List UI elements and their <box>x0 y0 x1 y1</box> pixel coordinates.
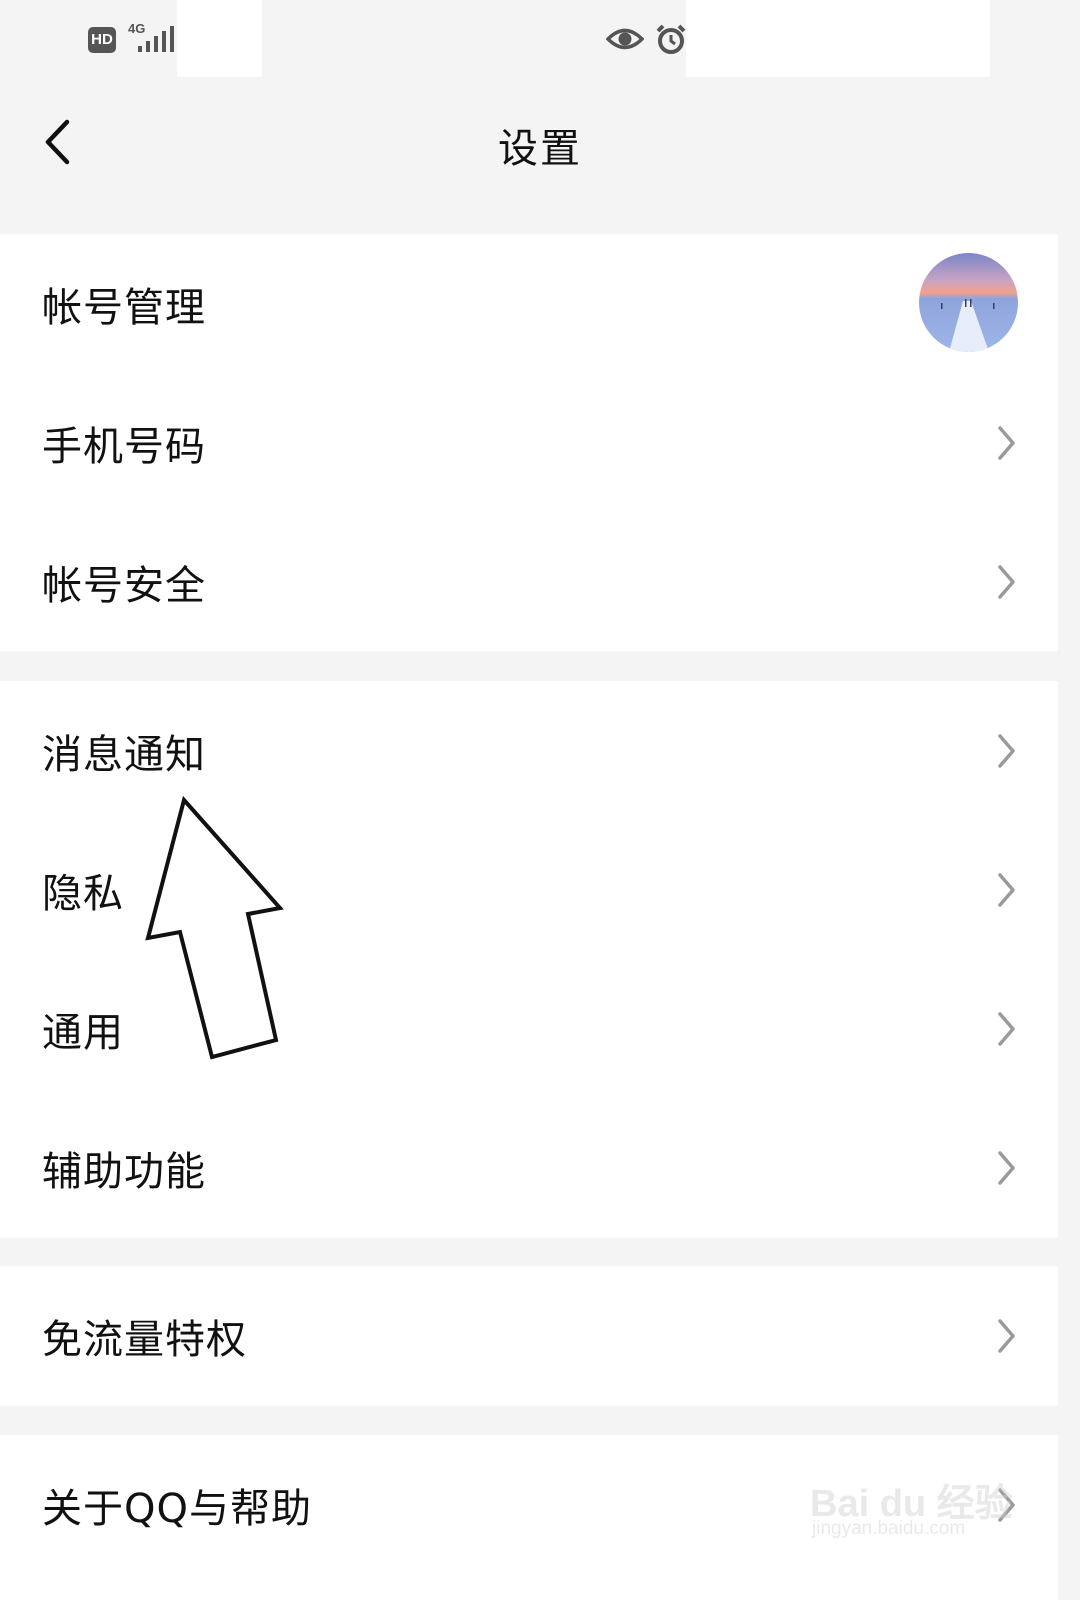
settings-item-label: 消息通知 <box>42 731 206 778</box>
settings-item-phone-number[interactable]: 手机号码 <box>0 373 1058 512</box>
settings-group-account: 帐号管理 手机号码 帐号安全 <box>0 234 1058 651</box>
page-title: 设置 <box>498 126 582 172</box>
settings-item-label: 免流量特权 <box>42 1317 247 1363</box>
chevron-right-icon <box>998 425 1015 460</box>
chevron-right-icon <box>998 733 1015 768</box>
settings-item-label: 帐号安全 <box>42 562 206 609</box>
settings-item-label: 关于QQ与帮助 <box>42 1486 312 1532</box>
avatar-image <box>919 253 1018 352</box>
status-bar: HD 4G <box>0 0 1080 80</box>
redacted-area <box>177 0 262 77</box>
chevron-right-icon <box>998 1488 1015 1522</box>
settings-group-general: 消息通知 隐私 通用 辅助功能 <box>0 681 1058 1238</box>
top-nav-bar: 设置 <box>0 80 1080 234</box>
settings-item-about-and-help[interactable]: 关于QQ与帮助 <box>0 1435 1058 1575</box>
settings-item-label: 手机号码 <box>42 423 206 470</box>
chevron-right-icon <box>998 872 1015 907</box>
avatar[interactable] <box>919 253 1018 352</box>
redacted-area <box>686 0 990 77</box>
chevron-right-icon <box>998 1151 1015 1185</box>
chevron-right-icon <box>998 564 1015 599</box>
settings-item-label: 帐号管理 <box>42 284 206 331</box>
chevron-right-icon <box>998 1319 1015 1353</box>
settings-item-data-free-privilege[interactable]: 免流量特权 <box>0 1266 1058 1406</box>
settings-item-privacy[interactable]: 隐私 <box>0 820 1058 959</box>
settings-item-label: 辅助功能 <box>42 1149 206 1195</box>
settings-item-accessibility[interactable]: 辅助功能 <box>0 1098 1058 1238</box>
settings-item-label: 通用 <box>42 1009 124 1056</box>
settings-item-account-management[interactable]: 帐号管理 <box>0 234 1058 373</box>
settings-item-notifications[interactable]: 消息通知 <box>0 681 1058 820</box>
signal-strength-icon <box>138 26 174 52</box>
settings-item-general[interactable]: 通用 <box>0 959 1058 1098</box>
eye-comfort-icon <box>606 28 644 50</box>
settings-item-label: 隐私 <box>42 870 124 917</box>
settings-group-about: 关于QQ与帮助 <box>0 1435 1058 1600</box>
hd-voice-icon: HD <box>88 27 116 53</box>
chevron-right-icon <box>998 1011 1015 1046</box>
settings-item-account-security[interactable]: 帐号安全 <box>0 512 1058 651</box>
alarm-clock-icon <box>656 24 686 54</box>
settings-group-data-free: 免流量特权 <box>0 1266 1058 1406</box>
